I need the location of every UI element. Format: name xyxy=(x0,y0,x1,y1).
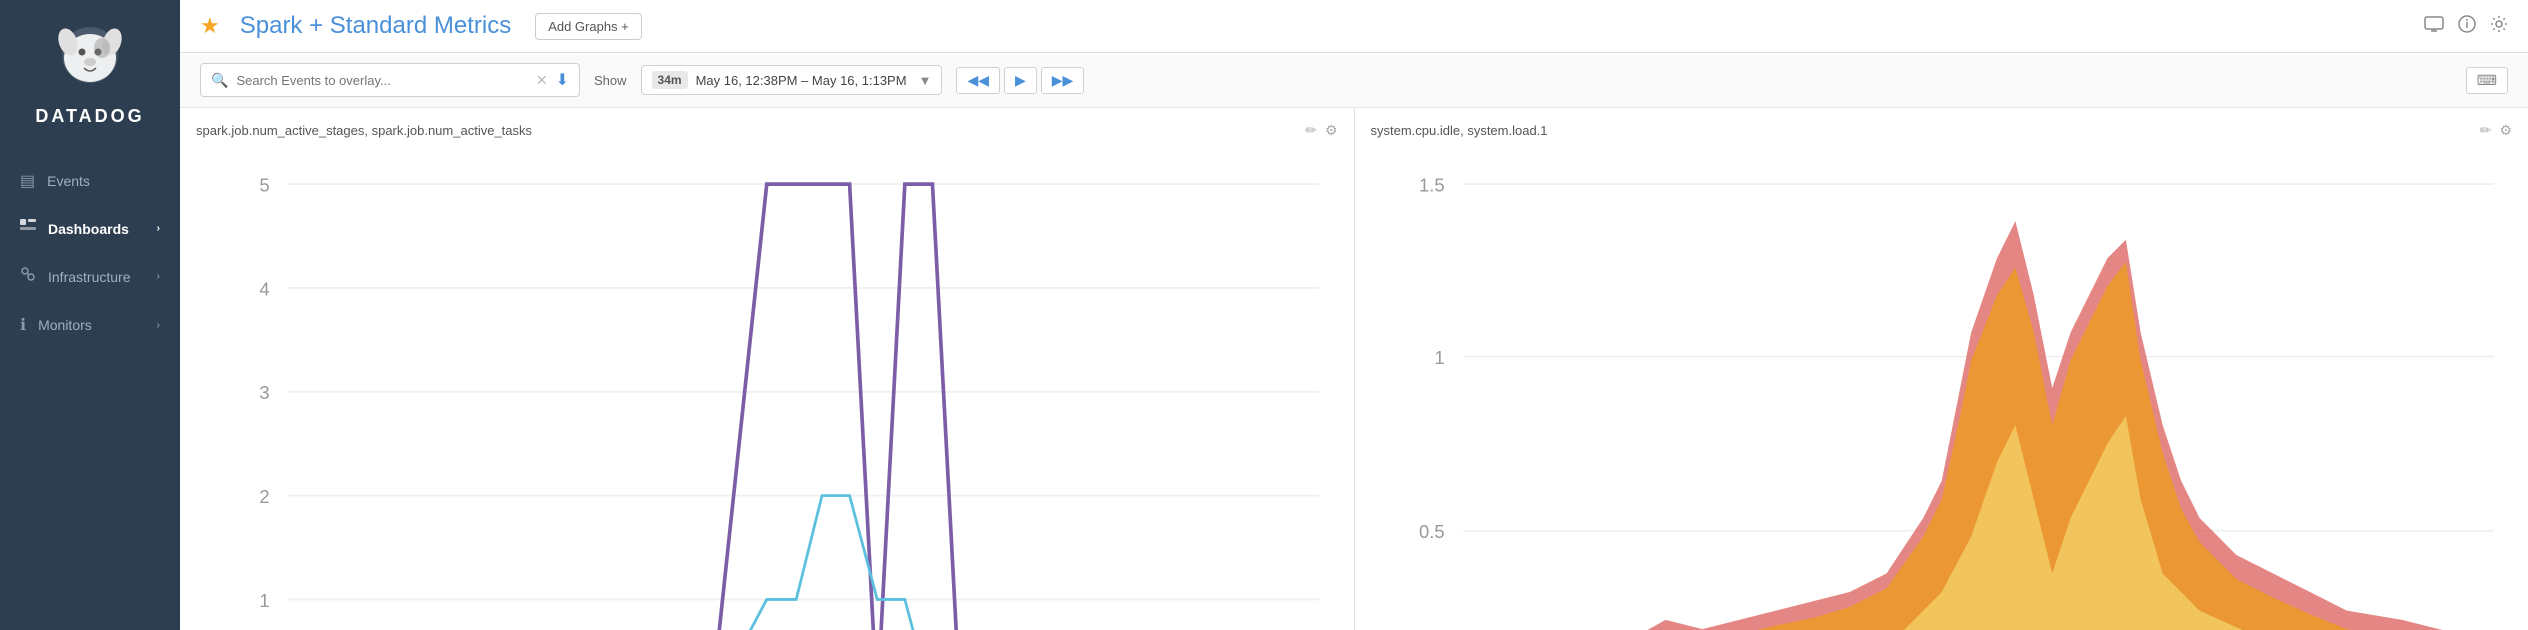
monitor-icon[interactable] xyxy=(2424,16,2444,37)
sidebar-item-monitors[interactable]: ℹ Monitors › xyxy=(0,301,180,349)
chart-panel-system: system.cpu.idle, system.load.1 ✏ ⚙ 1.5 1… xyxy=(1355,108,2528,630)
charts-area: spark.job.num_active_stages, spark.job.n… xyxy=(180,108,2528,630)
svg-text:5: 5 xyxy=(259,174,269,195)
keyboard-button[interactable]: ⌨ xyxy=(2466,67,2508,94)
chart-actions-spark: ✏ ⚙ xyxy=(1305,122,1337,139)
logo-container: DATADOG xyxy=(25,0,154,147)
header-icons-group xyxy=(2424,15,2508,38)
chart-svg-spark: 5 4 3 2 1 0 12:40 12:45 12:50 12:55 13:0… xyxy=(196,147,1338,630)
events-icon: ▤ xyxy=(20,171,35,191)
sidebar: DATADOG ▤ Events Dashboards › Infrastruc… xyxy=(0,0,180,630)
chart-panel-spark: spark.job.num_active_stages, spark.job.n… xyxy=(180,108,1355,630)
sidebar-item-label: Monitors xyxy=(38,317,92,333)
infrastructure-icon xyxy=(20,266,36,287)
sidebar-navigation: ▤ Events Dashboards › Infrastructure › ℹ… xyxy=(0,157,180,349)
time-navigation-controls: ◀◀ ▶ ▶▶ xyxy=(956,67,1084,94)
svg-text:1.5: 1.5 xyxy=(1419,174,1445,195)
keyboard-icon: ⌨ xyxy=(2477,72,2497,88)
settings-chart-icon[interactable]: ⚙ xyxy=(2499,122,2512,139)
brand-label: DATADOG xyxy=(35,106,144,127)
chevron-right-icon: › xyxy=(157,223,160,234)
nav-forward-fast-button[interactable]: ▶▶ xyxy=(1041,67,1085,94)
edit-chart-icon[interactable]: ✏ xyxy=(2480,122,2492,139)
sidebar-item-dashboards[interactable]: Dashboards › xyxy=(0,205,180,252)
sidebar-item-label: Infrastructure xyxy=(48,269,130,285)
sidebar-item-events[interactable]: ▤ Events xyxy=(0,157,180,205)
info-icon[interactable] xyxy=(2458,15,2476,38)
chart-title-spark: spark.job.num_active_stages, spark.job.n… xyxy=(196,123,1305,138)
dashboards-icon xyxy=(20,219,36,238)
svg-text:1: 1 xyxy=(259,590,269,611)
search-clear-icon[interactable]: ✕ xyxy=(536,72,548,89)
monitors-icon: ℹ xyxy=(20,315,26,335)
page-title: Spark + Standard Metrics xyxy=(240,12,511,40)
search-icon: 🔍 xyxy=(211,72,228,89)
sidebar-item-label: Events xyxy=(47,173,90,189)
svg-text:3: 3 xyxy=(259,382,269,403)
time-dropdown-icon[interactable]: ▼ xyxy=(919,73,932,88)
favorite-star-icon[interactable]: ★ xyxy=(200,13,220,39)
svg-text:0.5: 0.5 xyxy=(1419,521,1445,542)
settings-chart-icon[interactable]: ⚙ xyxy=(1325,122,1338,139)
chart-header-spark: spark.job.num_active_stages, spark.job.n… xyxy=(196,122,1338,139)
chart-svg-system: 1.5 1 0.5 0 12:40 12:45 12:50 12:55 13:0… xyxy=(1371,147,2513,630)
time-range-text: May 16, 12:38PM – May 16, 1:13PM xyxy=(696,73,907,88)
sidebar-item-infrastructure[interactable]: Infrastructure › xyxy=(0,252,180,301)
show-label: Show xyxy=(594,73,627,88)
chevron-right-icon: › xyxy=(157,320,160,331)
chart-actions-system: ✏ ⚙ xyxy=(2480,122,2512,139)
chart-title-system: system.cpu.idle, system.load.1 xyxy=(1371,123,2480,138)
search-box[interactable]: 🔍 ✕ ⬇ xyxy=(200,63,580,97)
add-graphs-button[interactable]: Add Graphs + xyxy=(535,13,642,40)
page-header: ★ Spark + Standard Metrics Add Graphs + xyxy=(180,0,2528,53)
settings-icon[interactable] xyxy=(2490,15,2508,38)
time-window-badge: 34m xyxy=(652,71,688,89)
nav-back-fast-button[interactable]: ◀◀ xyxy=(956,67,1000,94)
chart-header-system: system.cpu.idle, system.load.1 ✏ ⚙ xyxy=(1371,122,2513,139)
search-power-icon[interactable]: ⬇ xyxy=(556,70,569,90)
svg-text:1: 1 xyxy=(1434,347,1444,368)
search-input[interactable] xyxy=(236,73,527,88)
datadog-logo-icon xyxy=(50,20,130,100)
svg-text:4: 4 xyxy=(259,278,269,299)
time-range-selector[interactable]: 34m May 16, 12:38PM – May 16, 1:13PM ▼ xyxy=(641,65,943,95)
nav-play-button[interactable]: ▶ xyxy=(1004,67,1037,94)
chevron-right-icon: › xyxy=(157,271,160,282)
sidebar-item-label: Dashboards xyxy=(48,221,129,237)
svg-text:2: 2 xyxy=(259,486,269,507)
edit-chart-icon[interactable]: ✏ xyxy=(1305,122,1317,139)
toolbar: 🔍 ✕ ⬇ Show 34m May 16, 12:38PM – May 16,… xyxy=(180,53,2528,108)
main-content: ★ Spark + Standard Metrics Add Graphs + … xyxy=(180,0,2528,630)
